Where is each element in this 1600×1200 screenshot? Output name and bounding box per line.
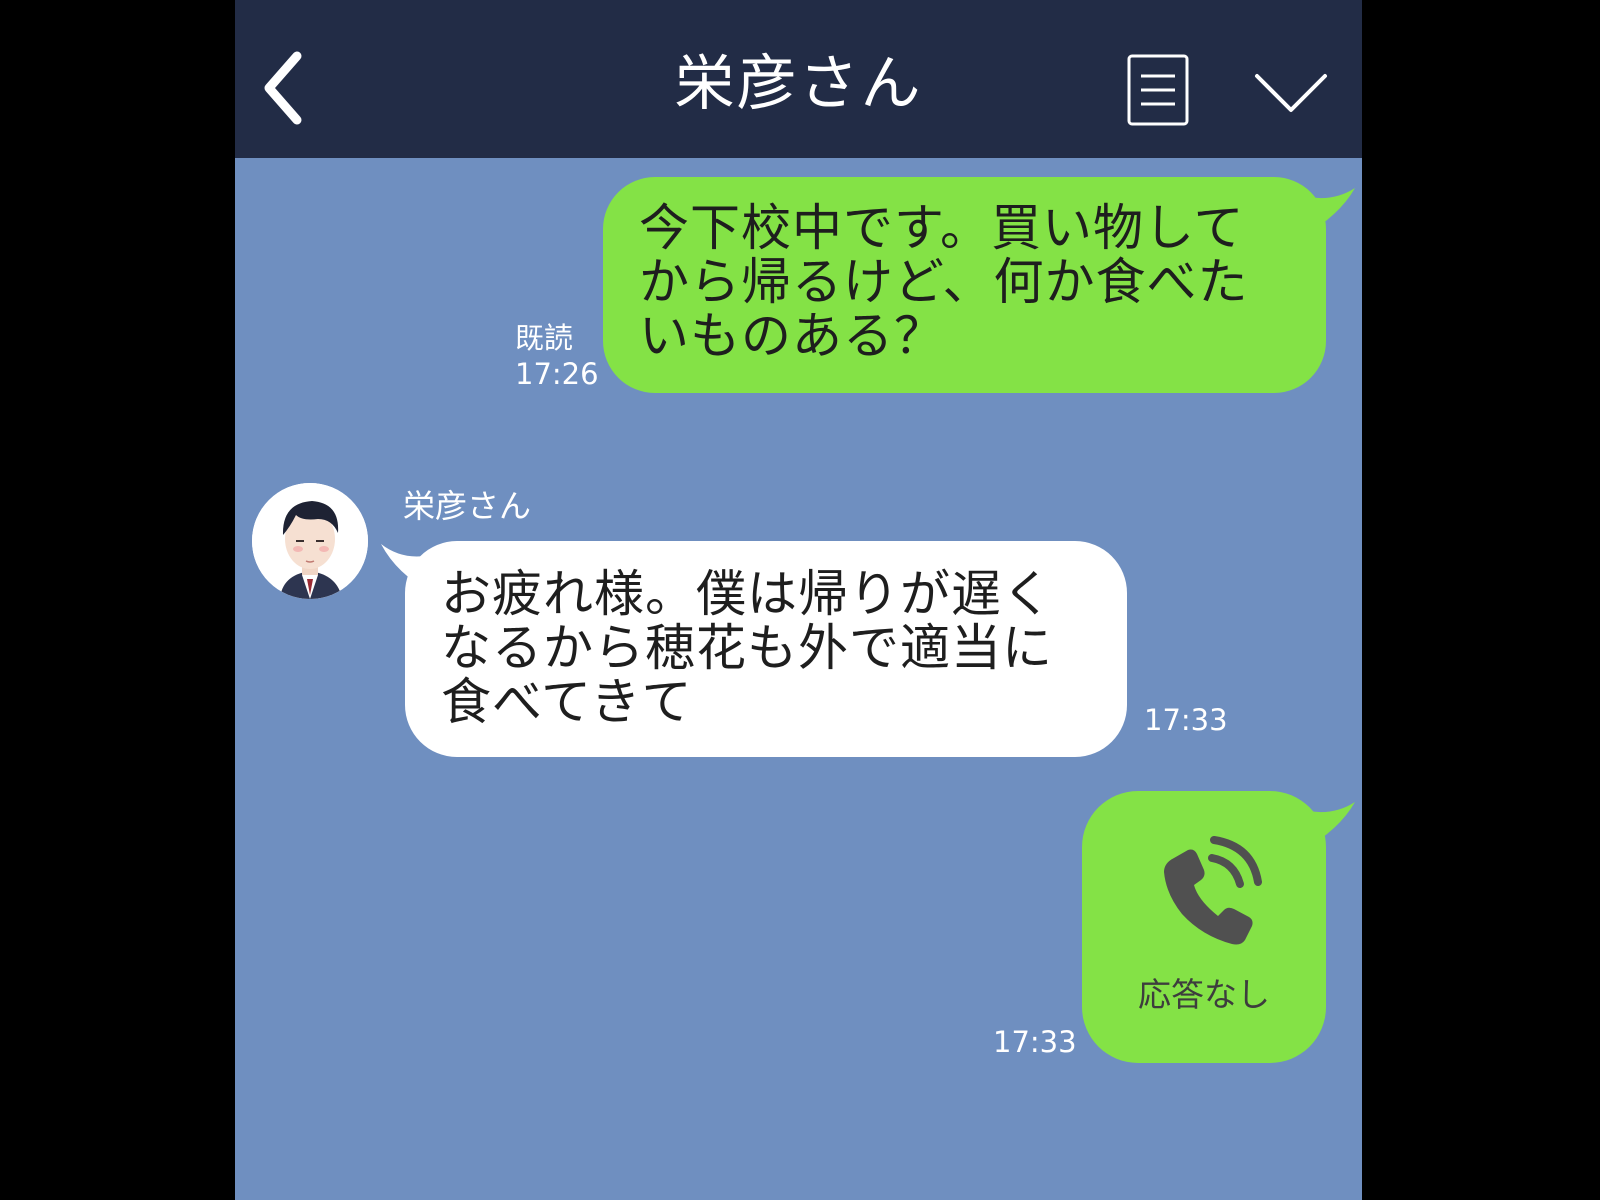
menu-button[interactable] — [1127, 54, 1189, 126]
message-text: お疲れ様。僕は帰りが遅くなるから穂花も外で適当に食べてきて — [441, 565, 1053, 731]
message-timestamp: 17:26 — [515, 357, 599, 391]
call-message-bubble[interactable]: 応答なし — [1082, 791, 1326, 1063]
phone-call-icon — [1164, 836, 1262, 945]
received-message-bubble[interactable]: お疲れ様。僕は帰りが遅くなるから穂花も外で適当に食べてきて — [405, 541, 1127, 757]
avatar-illustration — [252, 483, 368, 599]
dropdown-button[interactable] — [1253, 66, 1329, 120]
sent-message-bubble[interactable]: 今下校中です。買い物してから帰るけど、何か食べたいものある？ — [603, 177, 1326, 393]
chat-title: 栄彦さん — [674, 49, 923, 119]
menu-icon — [1127, 54, 1189, 126]
message-timestamp: 17:33 — [993, 1025, 1077, 1059]
chevron-down-icon — [1255, 74, 1327, 112]
sender-name: 栄彦さん — [403, 487, 532, 525]
call-status-label: 応答なし — [1138, 975, 1270, 1014]
chat-header: 栄彦さん — [235, 0, 1362, 158]
avatar[interactable] — [252, 483, 368, 599]
message-text: 今下校中です。買い物してから帰るけど、何か食べたいものある？ — [639, 199, 1249, 365]
message-timestamp: 17:33 — [1144, 703, 1228, 737]
read-receipt: 既読 — [515, 321, 574, 355]
chat-screen: 栄彦さん 既読 17:26 今下校中です。買い物してから帰るけど、何か食べたいも… — [235, 0, 1362, 1200]
